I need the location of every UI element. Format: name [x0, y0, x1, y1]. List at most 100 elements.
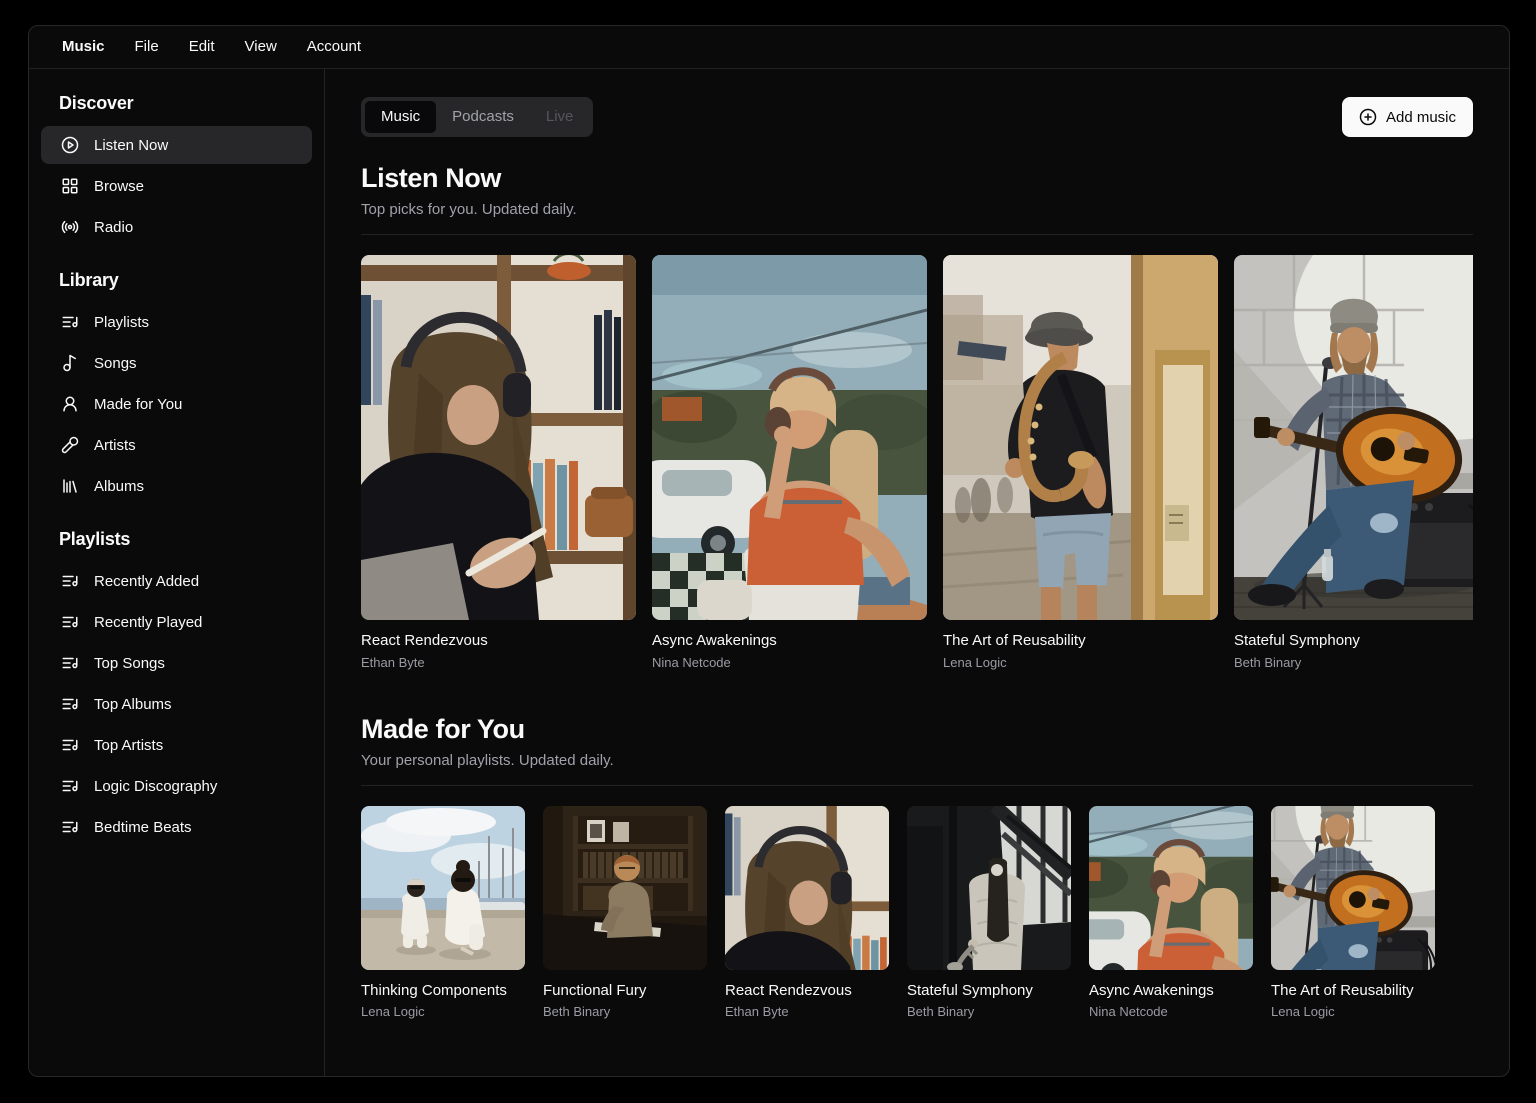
tab-music[interactable]: Music: [365, 101, 436, 133]
sidebar-item-browse[interactable]: Browse: [41, 167, 312, 205]
album-art-react-rendezvous[interactable]: [725, 806, 889, 970]
sidebar-item-label: Albums: [94, 478, 144, 495]
album-art-functional-fury[interactable]: [543, 806, 707, 970]
menubar: Music File Edit View Account: [29, 26, 1509, 69]
album-title: React Rendezvous: [361, 633, 636, 650]
album-card: The Art of Reusability Lena Logic: [1271, 806, 1435, 1020]
album-art-the-art-of-reusability[interactable]: [943, 255, 1218, 620]
menu-file[interactable]: File: [120, 32, 174, 62]
album-artist: Ethan Byte: [361, 656, 636, 670]
separator: [361, 234, 1473, 235]
album-card: Async Awakenings Nina Netcode: [652, 255, 927, 670]
album-artist: Lena Logic: [361, 1005, 525, 1019]
album-card: Thinking Components Lena Logic: [361, 806, 525, 1020]
sidebar-item-playlists[interactable]: Playlists: [41, 303, 312, 341]
music-note-icon: [61, 354, 79, 372]
album-card: Async Awakenings Nina Netcode: [1089, 806, 1253, 1020]
add-music-button[interactable]: Add music: [1342, 97, 1473, 137]
sidebar-item-songs[interactable]: Songs: [41, 344, 312, 382]
section-title-listen-now: Listen Now: [361, 163, 1473, 194]
menu-account[interactable]: Account: [292, 32, 376, 62]
main-header: Music Podcasts Live Add music: [361, 97, 1473, 137]
made-for-you-row: Thinking Components Lena Logic Functiona…: [361, 806, 1473, 1020]
sidebar-section-discover: Discover Listen Now Browse Radio: [41, 85, 312, 246]
sidebar-item-label: Artists: [94, 437, 136, 454]
sidebar-item-label: Recently Added: [94, 573, 199, 590]
main-content: Music Podcasts Live Add music Listen Now…: [325, 69, 1509, 1076]
sidebar-item-label: Listen Now: [94, 137, 168, 154]
sidebar-item-label: Radio: [94, 219, 133, 236]
album-art-stateful-symphony[interactable]: [1234, 255, 1473, 620]
playlist-icon: [61, 313, 79, 331]
play-circle-icon: [61, 136, 79, 154]
user-icon: [61, 395, 79, 413]
plus-circle-icon: [1359, 108, 1377, 126]
sidebar: Discover Listen Now Browse Radio Library: [29, 69, 325, 1076]
section-subtitle: Your personal playlists. Updated daily.: [361, 752, 1473, 769]
album-card: React Rendezvous Ethan Byte: [725, 806, 889, 1020]
playlist-icon: [61, 777, 79, 795]
album-art-async-awakenings[interactable]: [1089, 806, 1253, 970]
album-artist: Lena Logic: [1271, 1005, 1435, 1019]
menu-view[interactable]: View: [230, 32, 292, 62]
sidebar-item-label: Songs: [94, 355, 137, 372]
content-tabs: Music Podcasts Live: [361, 97, 593, 137]
sidebar-item-made-for-you[interactable]: Made for You: [41, 385, 312, 423]
album-card: The Art of Reusability Lena Logic: [943, 255, 1218, 670]
library-icon: [61, 477, 79, 495]
sidebar-section-title: Playlists: [41, 521, 312, 558]
sidebar-item-label: Logic Discography: [94, 778, 217, 795]
sidebar-item-radio[interactable]: Radio: [41, 208, 312, 246]
sidebar-item-label: Recently Played: [94, 614, 202, 631]
sidebar-item-label: Bedtime Beats: [94, 819, 192, 836]
sidebar-item-label: Made for You: [94, 396, 182, 413]
album-art-react-rendezvous[interactable]: [361, 255, 636, 620]
album-art-thinking-components[interactable]: [361, 806, 525, 970]
album-title: The Art of Reusability: [1271, 983, 1435, 1000]
album-art-stateful-symphony[interactable]: [907, 806, 1071, 970]
tab-live: Live: [530, 101, 590, 133]
sidebar-section-title: Discover: [41, 85, 312, 122]
sidebar-section-library: Library Playlists Songs Made for You Art…: [41, 262, 312, 505]
sidebar-item-artists[interactable]: Artists: [41, 426, 312, 464]
sidebar-item-recently-played[interactable]: Recently Played: [41, 603, 312, 641]
separator: [361, 785, 1473, 786]
microphone-icon: [61, 436, 79, 454]
album-artist: Ethan Byte: [725, 1005, 889, 1019]
album-card: React Rendezvous Ethan Byte: [361, 255, 636, 670]
album-artist: Lena Logic: [943, 656, 1218, 670]
sidebar-item-top-artists[interactable]: Top Artists: [41, 726, 312, 764]
album-art-async-awakenings[interactable]: [652, 255, 927, 620]
sidebar-item-listen-now[interactable]: Listen Now: [41, 126, 312, 164]
playlist-icon: [61, 736, 79, 754]
sidebar-item-bedtime-beats[interactable]: Bedtime Beats: [41, 808, 312, 846]
album-title: Stateful Symphony: [907, 983, 1071, 1000]
album-card: Stateful Symphony Beth Binary: [1234, 255, 1473, 670]
album-title: The Art of Reusability: [943, 633, 1218, 650]
radio-icon: [61, 218, 79, 236]
album-title: Async Awakenings: [1089, 983, 1253, 1000]
sidebar-item-top-albums[interactable]: Top Albums: [41, 685, 312, 723]
album-title: Async Awakenings: [652, 633, 927, 650]
sidebar-item-albums[interactable]: Albums: [41, 467, 312, 505]
album-title: Thinking Components: [361, 983, 525, 1000]
sidebar-section-title: Library: [41, 262, 312, 299]
menu-music[interactable]: Music: [47, 32, 120, 62]
section-subtitle: Top picks for you. Updated daily.: [361, 201, 1473, 218]
album-card: Stateful Symphony Beth Binary: [907, 806, 1071, 1020]
album-title: Functional Fury: [543, 983, 707, 1000]
menu-edit[interactable]: Edit: [174, 32, 230, 62]
sidebar-item-label: Playlists: [94, 314, 149, 331]
sidebar-item-logic-discography[interactable]: Logic Discography: [41, 767, 312, 805]
sidebar-item-recently-added[interactable]: Recently Added: [41, 562, 312, 600]
playlist-icon: [61, 818, 79, 836]
playlist-icon: [61, 695, 79, 713]
listen-now-row: React Rendezvous Ethan Byte Async Awaken…: [361, 255, 1473, 670]
sidebar-item-label: Top Artists: [94, 737, 163, 754]
album-artist: Beth Binary: [543, 1005, 707, 1019]
sidebar-item-top-songs[interactable]: Top Songs: [41, 644, 312, 682]
album-title: React Rendezvous: [725, 983, 889, 1000]
album-art-the-art-of-reusability[interactable]: [1271, 806, 1435, 970]
playlist-icon: [61, 572, 79, 590]
tab-podcasts[interactable]: Podcasts: [436, 101, 530, 133]
